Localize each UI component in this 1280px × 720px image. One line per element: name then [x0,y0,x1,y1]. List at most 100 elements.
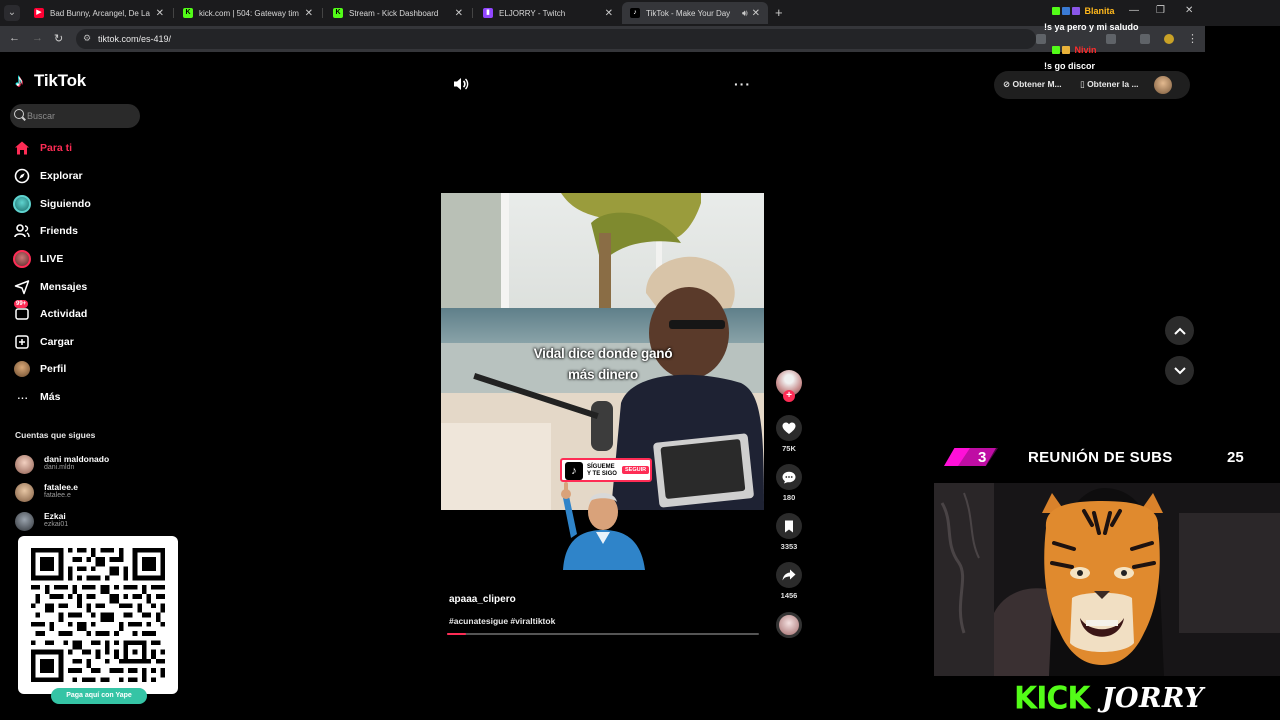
bookmark-icon [776,513,802,539]
address-url[interactable]: tiktok.com/es-419/ [98,34,171,44]
chevron-down-icon [1173,366,1186,374]
more-options-icon[interactable]: ··· [734,76,751,92]
sidebar-item-para-ti[interactable]: Para ti [13,137,163,159]
sidebar-item-cargar[interactable]: Cargar [13,331,163,353]
subscriber-badge-icon [1062,7,1070,15]
activity-icon: 99+ [13,300,31,323]
chat-username: Blanita [1084,6,1115,16]
followed-account[interactable]: Ezkai ezkai01 [15,509,165,533]
video-caption: Vidal dice donde ganó más dinero [533,346,673,382]
tiktok-logo[interactable]: ♪ TikTok [15,71,86,91]
address-bar[interactable]: ⚙ tiktok.com/es-419/ [76,29,1036,49]
following-icon [13,195,31,213]
kick-logo: KICK [1014,679,1091,717]
compass-icon [13,167,31,185]
twitch-favicon-icon: ▮ [483,8,493,18]
sidebar-item-actividad[interactable]: 99+ Actividad [13,300,163,325]
video-author[interactable]: apaaa_clipero [449,594,516,605]
previous-video-button[interactable] [1165,316,1194,345]
browser-tab-twitch[interactable]: ▮ ELJORRY - Twitch ✕ [475,2,621,24]
share-icon [776,562,802,588]
save-button[interactable]: 3353 [776,513,802,551]
sidebar-item-mensajes[interactable]: Mensajes [13,276,163,298]
close-tab-icon[interactable]: ✕ [752,8,760,19]
tab-separator [472,8,473,18]
moderator-badge-icon [1072,7,1080,15]
new-tab-icon[interactable]: + [775,5,783,20]
sidebar-item-label: Perfil [40,363,67,375]
upload-icon [13,333,31,351]
comment-icon [776,464,802,490]
follow-plus-icon[interactable]: + [783,390,795,402]
subs-goal-bar: 3 REUNIÓN DE SUBS 25 [944,444,1280,470]
video-progress-bar[interactable] [447,633,759,635]
close-tab-icon[interactable]: ✕ [605,8,613,19]
account-name: dani maldonado [44,454,110,464]
kick-favicon-icon: K [333,8,343,18]
browser-tab-kick-dashboard[interactable]: K Stream - Kick Dashboard ✕ [325,2,471,24]
video-hashtags[interactable]: #acunatesigue #viraltiktok [449,616,555,626]
followed-account[interactable]: dani maldonado dani.mldn [15,452,165,476]
music-disc-avatar[interactable] [776,612,802,638]
chat-line: Blanita [1052,6,1115,16]
tab-title: Bad Bunny, Arcangel, De La Gh [50,8,150,18]
comment-count: 180 [782,493,796,502]
tiktok-wordmark: TikTok [34,71,87,90]
reload-icon[interactable]: ↻ [54,32,63,45]
chat-username: Nivin [1074,45,1097,55]
live-icon [13,250,31,268]
following-accounts-title: Cuentas que sigues [15,430,96,440]
sidebar-item-explorar[interactable]: Explorar [13,165,163,187]
site-info-icon[interactable]: ⚙ [83,33,91,44]
get-app-button[interactable]: ▯ Obtener la ... [1080,79,1139,90]
browser-tab-tiktok[interactable]: ♪ TikTok - Make Your Day 🔊︎ ✕ [622,2,768,24]
heart-icon [776,415,802,441]
sidebar-item-label: Para ti [40,142,73,154]
sidebar-item-label: Actividad [40,308,88,320]
tab-title: kick.com | 504: Gateway time-o [199,8,299,18]
close-tab-icon[interactable]: ✕ [156,8,164,19]
comment-button[interactable]: 180 [776,464,802,502]
user-avatar[interactable] [1154,76,1172,94]
tab-search-chevron-icon[interactable]: ⌄ [4,5,20,21]
account-handle: ezkai01 [44,521,69,528]
chevron-up-icon [1173,327,1186,335]
stream-chat-overlay: Blanita !s ya pero y mi saludo Nivin !s … [1044,4,1204,76]
like-button[interactable]: 75K [776,415,802,453]
sidebar-item-label: Friends [40,225,78,237]
share-button[interactable]: 1456 [776,562,802,600]
sticker-follow-label: SEGUIR [622,466,650,474]
sidebar-item-mas[interactable]: ··· Más [13,386,163,408]
sidebar-item-perfil[interactable]: Perfil [13,358,163,380]
account-name: Ezkai [44,511,66,521]
get-coins-button[interactable]: ⊘ Obtener M... [1003,79,1062,90]
tab-separator [322,8,323,18]
browser-tab-kick-error[interactable]: K kick.com | 504: Gateway time-o ✕ [175,2,321,24]
close-tab-icon[interactable]: ✕ [305,8,313,19]
sidebar-item-label: Siguiendo [40,198,91,210]
followed-account[interactable]: fatalee.e fatalee.e [15,480,165,504]
tab-audio-icon[interactable]: 🔊︎ [742,8,748,19]
webcam-feed [934,483,1280,676]
browser-tab-youtube[interactable]: ▶ Bad Bunny, Arcangel, De La Gh ✕ [26,2,172,24]
chat-line: Nivin [1052,45,1097,55]
friends-icon [13,222,31,240]
back-icon[interactable]: ← [9,32,20,44]
yape-pay-button[interactable]: Paga aquí con Yape [51,688,147,704]
tiktok-note-icon: ♪ [15,71,24,90]
search-input[interactable]: Buscar [10,104,140,128]
sidebar-item-live[interactable]: LIVE [13,248,163,270]
subscriber-badge-icon [1062,46,1070,54]
sidebar-item-friends[interactable]: Friends [13,220,163,242]
sidebar-item-label: Cargar [40,336,74,348]
video-progress-fill [447,633,466,635]
sidebar-item-label: Más [40,391,61,403]
sidebar-item-siguiendo[interactable]: Siguiendo [13,193,163,215]
save-count: 3353 [780,542,798,551]
next-video-button[interactable] [1165,356,1194,385]
forward-icon[interactable]: → [32,32,43,44]
kick-favicon-icon: K [183,8,193,18]
avatar [15,455,34,474]
volume-icon[interactable] [452,76,470,92]
close-tab-icon[interactable]: ✕ [455,8,463,19]
